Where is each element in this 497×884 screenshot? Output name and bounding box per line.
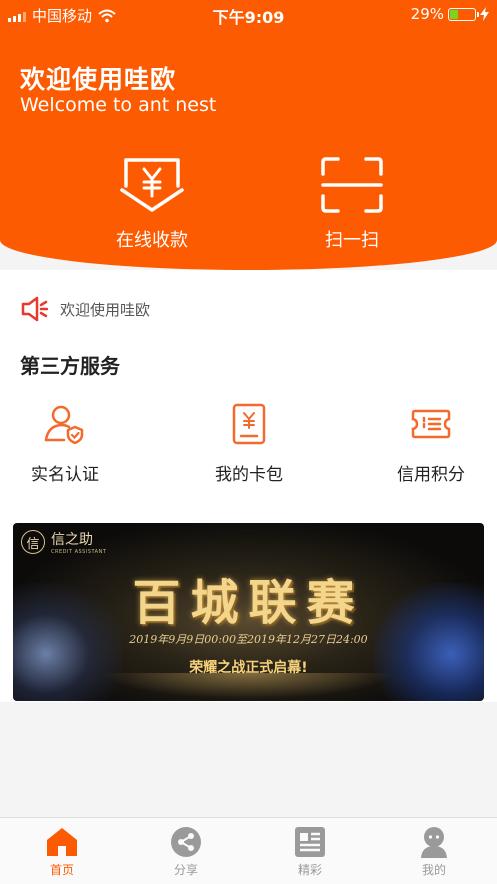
banner-title: 百城联赛 xyxy=(132,575,365,631)
credit-points-icon xyxy=(411,409,451,439)
main-content: 欢迎使用哇欧 第三方服务 实名认证 我的卡包 信用积分 信 信之助 CREDIT… xyxy=(0,270,497,702)
tab-profile-label: 我的 xyxy=(421,863,446,877)
tab-news-label: 精彩 xyxy=(297,863,322,877)
notice-text: 欢迎使用哇欧 xyxy=(60,300,151,319)
tab-news[interactable]: 精彩 xyxy=(248,826,372,878)
credit-points-button[interactable]: 信用积分 xyxy=(366,400,496,485)
brand-subtitle: CREDIT ASSISTANT xyxy=(51,549,107,555)
tab-share[interactable]: 分享 xyxy=(124,826,248,878)
receive-payment-label: 在线收款 xyxy=(116,230,188,251)
news-icon xyxy=(295,827,325,857)
id-verify-label: 实名认证 xyxy=(31,465,99,485)
tab-home[interactable]: 首页 xyxy=(0,826,124,878)
welcome-title: 欢迎使用哇欧 xyxy=(20,65,177,94)
card-wallet-button[interactable]: 我的卡包 xyxy=(184,400,314,485)
id-verify-button[interactable]: 实名认证 xyxy=(0,400,130,485)
credit-points-label: 信用积分 xyxy=(397,465,465,485)
section-title: 第三方服务 xyxy=(20,354,120,378)
tab-home-label: 首页 xyxy=(49,863,74,877)
welcome-subtitle: Welcome to ant nest xyxy=(20,94,217,116)
brand-name: 信之助 xyxy=(51,532,93,548)
scan-icon xyxy=(321,157,383,213)
scan-label: 扫一扫 xyxy=(325,230,379,251)
share-icon xyxy=(171,827,201,857)
id-verify-icon xyxy=(44,405,84,444)
tab-bar: 首页 分享 精彩 我的 xyxy=(0,817,497,884)
status-bar: 中国移动 下午9:09 29% xyxy=(0,0,497,28)
card-wallet-icon xyxy=(232,403,266,445)
battery-percent: 29% xyxy=(410,5,444,23)
tab-share-label: 分享 xyxy=(173,863,198,877)
charging-icon xyxy=(480,7,489,21)
promo-banner[interactable]: 信 信之助 CREDIT ASSISTANT 百城联赛 2019年9月9日00:… xyxy=(13,523,484,701)
banner-brand: 信 信之助 CREDIT ASSISTANT xyxy=(21,529,106,555)
card-wallet-label: 我的卡包 xyxy=(215,465,283,485)
receive-payment-button[interactable]: 在线收款 xyxy=(72,156,232,252)
profile-icon xyxy=(421,827,447,858)
banner-date: 2019年9月9日00:00至2019年12月27日24:00 xyxy=(129,633,368,646)
receive-payment-icon xyxy=(120,158,184,212)
battery-icon xyxy=(448,7,479,21)
home-icon xyxy=(47,828,77,856)
tab-profile[interactable]: 我的 xyxy=(372,826,496,878)
notice-bar[interactable]: 欢迎使用哇欧 xyxy=(20,296,150,322)
scan-button[interactable]: 扫一扫 xyxy=(272,156,432,252)
brand-seal-icon: 信 xyxy=(21,530,45,554)
speaker-icon xyxy=(21,296,48,322)
